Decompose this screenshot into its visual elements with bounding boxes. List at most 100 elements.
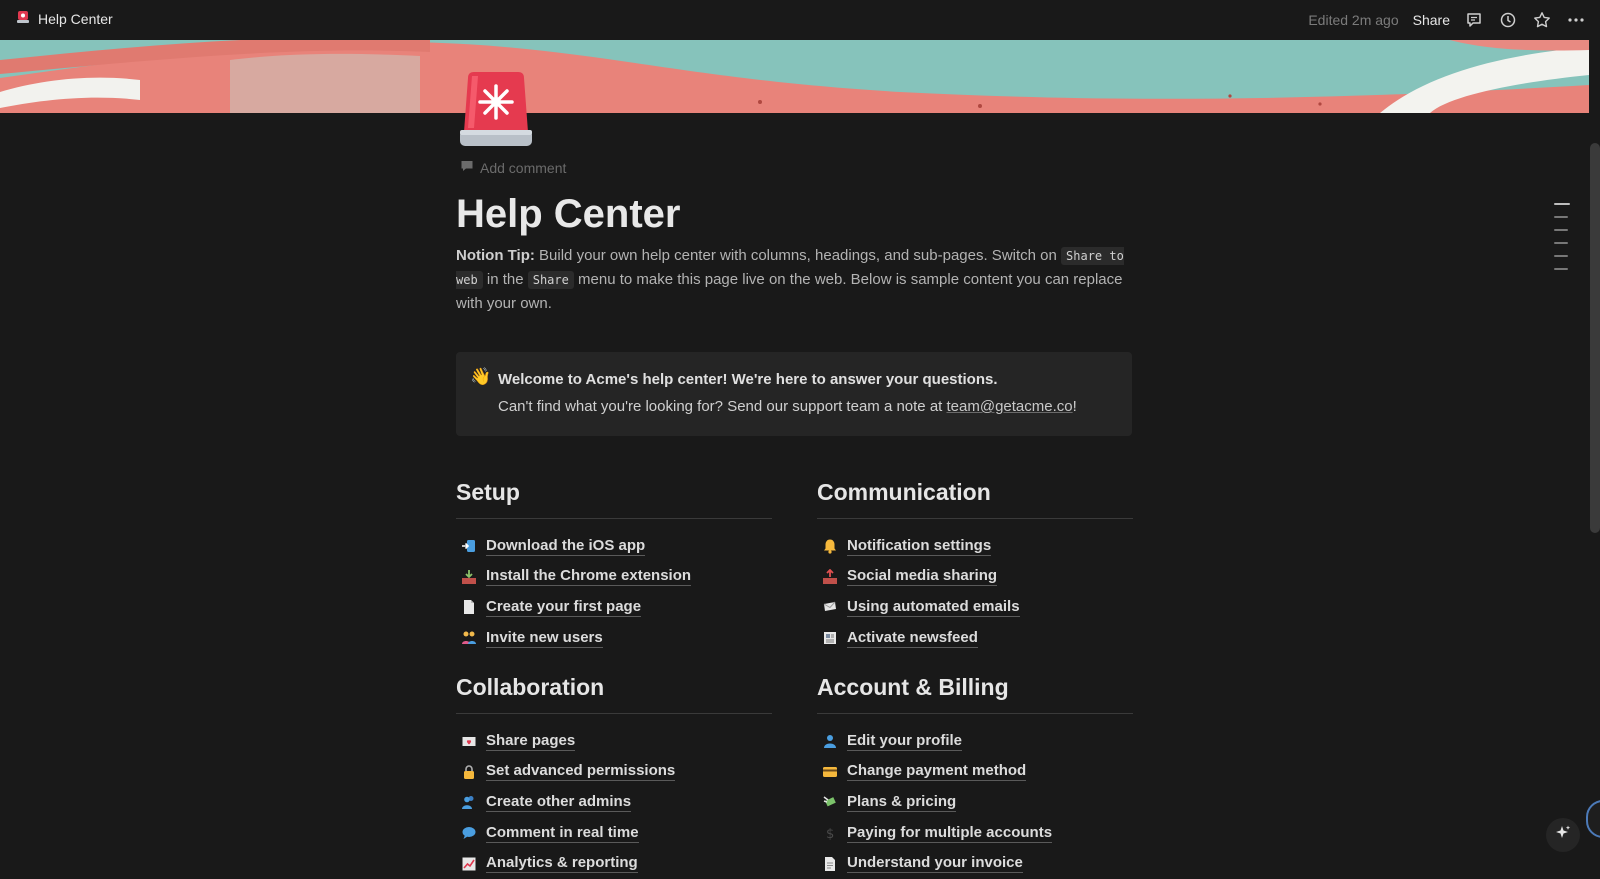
add-comment-label: Add comment xyxy=(480,159,567,176)
inbox-tray-icon xyxy=(460,568,478,586)
list-item[interactable]: Download the iOS app xyxy=(456,531,772,562)
tip-text-1: Build your own help center with columns,… xyxy=(534,247,1062,264)
comment-icon xyxy=(460,159,474,176)
help-button[interactable] xyxy=(1586,800,1600,838)
bell-icon xyxy=(821,537,839,555)
love-letter-icon xyxy=(460,732,478,750)
link-label[interactable]: Using automated emails xyxy=(847,598,1020,617)
callout-title: Welcome to Acme's help center! We're her… xyxy=(498,371,998,388)
section-heading: Communication xyxy=(817,479,991,505)
link-label[interactable]: Analytics & reporting xyxy=(486,854,638,874)
divider xyxy=(456,518,772,519)
dollar-icon: $ xyxy=(821,824,839,842)
list-item[interactable]: Plans & pricing xyxy=(817,787,1133,818)
toc-line[interactable] xyxy=(1554,242,1568,244)
outbox-tray-icon xyxy=(821,568,839,586)
list-item[interactable]: Comment in real time xyxy=(456,818,772,849)
cover-image[interactable] xyxy=(0,40,1589,113)
list-item[interactable]: Social media sharing xyxy=(817,562,1133,593)
link-label[interactable]: Understand your invoice xyxy=(847,854,1023,874)
tip-text-2: in the xyxy=(482,271,528,288)
section-heading: Setup xyxy=(456,479,520,505)
list-item[interactable]: Activate newsfeed xyxy=(817,623,1133,654)
list-item[interactable]: $ Paying for multiple accounts xyxy=(817,818,1133,849)
section-heading: Account & Billing xyxy=(817,674,1009,700)
siren-icon xyxy=(16,10,30,27)
breadcrumb-label: Help Center xyxy=(38,10,113,27)
add-comment-button[interactable]: Add comment xyxy=(460,159,566,176)
credit-card-icon xyxy=(821,763,839,781)
svg-text:$: $ xyxy=(826,827,834,841)
table-of-contents[interactable] xyxy=(1554,203,1570,281)
link-label[interactable]: Create your first page xyxy=(486,598,642,617)
edited-status: Edited 2m ago xyxy=(1308,12,1399,28)
callout-text: Can't find what you're looking for? Send… xyxy=(498,398,1077,415)
users-icon xyxy=(460,793,478,811)
history-icon[interactable] xyxy=(1498,10,1518,30)
list-item[interactable]: Invite new users xyxy=(456,623,772,654)
link-label[interactable]: Set advanced permissions xyxy=(486,762,676,782)
inline-code-share: Share xyxy=(527,271,574,289)
list-item[interactable]: Set advanced permissions xyxy=(456,757,772,788)
link-label[interactable]: Notification settings xyxy=(847,537,992,556)
support-email-link[interactable]: team@getacme.co xyxy=(947,398,1073,415)
notion-tip: Notion Tip: Build your own help center w… xyxy=(456,244,1146,315)
speech-bubble-icon xyxy=(460,824,478,842)
link-label[interactable]: Create other admins xyxy=(486,793,632,812)
comments-icon[interactable] xyxy=(1464,10,1484,30)
link-label[interactable]: Invite new users xyxy=(486,629,603,648)
lock-icon xyxy=(460,763,478,781)
divider xyxy=(817,518,1133,519)
link-label[interactable]: Paying for multiple accounts xyxy=(847,824,1053,843)
sparkle-icon xyxy=(1554,824,1572,847)
toc-line[interactable] xyxy=(1554,216,1568,218)
toc-line[interactable] xyxy=(1554,203,1570,205)
section-setup: Setup Download the iOS app Install the C… xyxy=(456,477,772,653)
divider xyxy=(817,713,1133,714)
scrollbar[interactable] xyxy=(1590,143,1600,533)
divider xyxy=(456,713,772,714)
callout-text-prefix: Can't find what you're looking for? Send… xyxy=(498,398,947,415)
toc-line[interactable] xyxy=(1554,255,1568,257)
toc-line[interactable] xyxy=(1554,229,1568,231)
newspaper-icon xyxy=(821,629,839,647)
section-collaboration: Collaboration Share pages Set advanced p… xyxy=(456,672,772,879)
more-icon[interactable] xyxy=(1566,10,1586,30)
page-title[interactable]: Help Center xyxy=(456,188,681,240)
top-bar: Help Center Edited 2m ago Share xyxy=(0,0,1600,40)
link-label[interactable]: Download the iOS app xyxy=(486,537,646,556)
breadcrumb[interactable]: Help Center xyxy=(16,10,113,27)
link-label[interactable]: Plans & pricing xyxy=(847,793,957,812)
people-icon xyxy=(460,629,478,647)
page-icon xyxy=(460,598,478,616)
toc-line[interactable] xyxy=(1554,268,1568,270)
list-item[interactable]: Create your first page xyxy=(456,592,772,623)
list-item[interactable]: Edit your profile xyxy=(817,726,1133,757)
welcome-callout: 👋 Welcome to Acme's help center! We're h… xyxy=(456,352,1132,436)
list-item[interactable]: Understand your invoice xyxy=(817,848,1133,879)
link-label[interactable]: Change payment method xyxy=(847,762,1027,782)
link-label[interactable]: Share pages xyxy=(486,732,576,751)
list-item[interactable]: Install the Chrome extension xyxy=(456,562,772,593)
link-label[interactable]: Social media sharing xyxy=(847,567,998,587)
money-wings-icon xyxy=(821,793,839,811)
link-label[interactable]: Edit your profile xyxy=(847,732,963,751)
favorite-star-icon[interactable] xyxy=(1532,10,1552,30)
list-item[interactable]: Create other admins xyxy=(456,787,772,818)
list-item[interactable]: Analytics & reporting xyxy=(456,848,772,879)
ai-sparkle-button[interactable] xyxy=(1546,818,1580,852)
tip-label: Notion Tip: xyxy=(456,247,535,264)
envelope-icon xyxy=(821,598,839,616)
section-communication: Communication Notification settings Soci… xyxy=(817,477,1133,653)
section-account-billing: Account & Billing Edit your profile Chan… xyxy=(817,672,1133,879)
list-item[interactable]: Change payment method xyxy=(817,757,1133,788)
link-label[interactable]: Comment in real time xyxy=(486,824,639,843)
list-item[interactable]: Share pages xyxy=(456,726,772,757)
waving-hand-icon[interactable]: 👋 xyxy=(470,367,491,387)
link-label[interactable]: Activate newsfeed xyxy=(847,629,978,648)
siren-icon[interactable] xyxy=(458,72,534,150)
link-label[interactable]: Install the Chrome extension xyxy=(486,567,692,587)
list-item[interactable]: Using automated emails xyxy=(817,592,1133,623)
list-item[interactable]: Notification settings xyxy=(817,531,1133,562)
share-button[interactable]: Share xyxy=(1413,12,1450,28)
